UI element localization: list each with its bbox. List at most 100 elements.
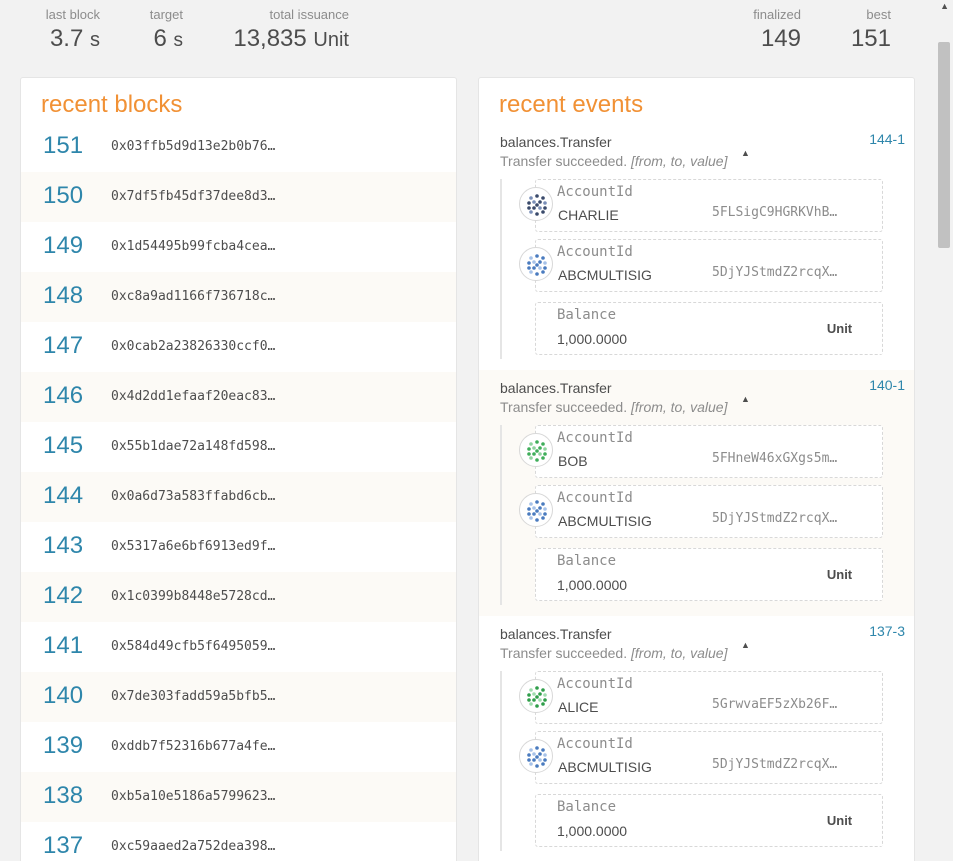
event-id-link[interactable]: 144-1 [869,131,905,147]
param-type-label: AccountId [557,490,633,506]
param-type-label: Balance [557,307,617,323]
event-name: balances.Transfer [500,380,612,396]
account-address: 5DjYJStmdZ2rcqX… [712,511,838,526]
identicon-avatar[interactable] [519,187,553,221]
caret-up-icon[interactable]: ▲ [741,640,750,650]
block-hash: 0xb5a10e5186a5799623… [111,789,276,804]
account-name: BOB [558,453,588,469]
summary-target: target 6 s [110,0,183,60]
event-id-link[interactable]: 137-3 [869,623,905,639]
identicon-avatar[interactable] [519,739,553,773]
account-name: ALICE [558,699,599,715]
block-number-link[interactable]: 149 [43,232,83,260]
block-row[interactable]: 148 0xc8a9ad1166f736718c… [21,272,456,322]
balance-unit: Unit [797,549,882,600]
block-number-link[interactable]: 140 [43,682,83,710]
block-hash: 0x1c0399b8448e5728cd… [111,589,276,604]
block-number-link[interactable]: 141 [43,632,83,660]
block-number-link[interactable]: 150 [43,182,83,210]
block-number-link[interactable]: 145 [43,432,83,460]
block-row[interactable]: 140 0x7de303fadd59a5bfb5… [21,672,456,722]
identicon-avatar[interactable] [519,433,553,467]
recent-events-panel: recent events balances.Transfer Transfer … [478,77,915,861]
block-number-link[interactable]: 138 [43,782,83,810]
param-to-account[interactable]: AccountId ABCMULTISIG 5DjYJStmdZ2rcqX… [535,485,883,538]
block-number-link[interactable]: 137 [43,832,83,860]
summary-finalized: finalized 149 [720,0,801,60]
event-name: balances.Transfer [500,134,612,150]
block-hash: 0x0cab2a23826330ccf0… [111,339,276,354]
block-row[interactable]: 151 0x03ffb5d9d13e2b0b76… [21,122,456,172]
block-row[interactable]: 146 0x4d2dd1efaaf20eac83… [21,372,456,422]
caret-up-icon[interactable]: ▲ [741,394,750,404]
block-hash: 0x4d2dd1efaaf20eac83… [111,389,276,404]
page-scrollbar[interactable]: ▲ [935,0,953,861]
recent-blocks-title: recent blocks [41,91,183,118]
account-address: 5GrwvaEF5zXb26F… [712,697,838,712]
block-row[interactable]: 149 0x1d54495b99fcba4cea… [21,222,456,272]
event-description: Transfer succeeded. [from, to, value] [500,153,727,169]
block-row[interactable]: 150 0x7df5fb45df37dee8d3… [21,172,456,222]
balance-unit: Unit [797,795,882,846]
block-row[interactable]: 145 0x55b1dae72a148fd598… [21,422,456,472]
block-number-link[interactable]: 148 [43,282,83,310]
param-value-balance: Balance 1,000.0000 Unit [535,548,883,601]
block-row[interactable]: 144 0x0a6d73a583ffabd6cb… [21,472,456,522]
param-type-label: Balance [557,799,617,815]
summary-value: 149 [760,25,801,52]
block-hash: 0x03ffb5d9d13e2b0b76… [111,139,276,154]
block-number-link[interactable]: 146 [43,382,83,410]
identicon-avatar[interactable] [519,247,553,281]
balance-amount: 1,000.0000 [557,331,628,347]
param-to-account[interactable]: AccountId ABCMULTISIG 5DjYJStmdZ2rcqX… [535,731,883,784]
identicon-avatar[interactable] [519,679,553,713]
block-row[interactable]: 139 0xddb7f52316b677a4fe… [21,722,456,772]
block-number-link[interactable]: 147 [43,332,83,360]
account-address: 5FLSigC9HGRKVhB… [712,205,838,220]
event-description-text: Transfer succeeded. [500,399,628,415]
summary-unit: s [90,29,100,51]
block-number-link[interactable]: 142 [43,582,83,610]
event-item: balances.Transfer Transfer succeeded. [fr… [479,616,914,861]
block-number-link[interactable]: 144 [43,482,83,510]
block-row[interactable]: 138 0xb5a10e5186a5799623… [21,772,456,822]
caret-up-icon[interactable]: ▲ [741,148,750,158]
balance-amount: 1,000.0000 [557,823,628,839]
event-args: [from, to, value] [631,153,728,169]
summary-value: 13,835 [233,25,307,52]
summary-label: target [149,7,183,22]
block-hash: 0x1d54495b99fcba4cea… [111,239,276,254]
param-from-account[interactable]: AccountId ALICE 5GrwvaEF5zXb26F… [535,671,883,724]
block-row[interactable]: 143 0x5317a6e6bf6913ed9f… [21,522,456,572]
block-hash: 0x55b1dae72a148fd598… [111,439,276,454]
event-id-link[interactable]: 140-1 [869,377,905,393]
summary-best: best 151 [820,0,891,60]
param-type-label: Balance [557,553,617,569]
param-type-label: AccountId [557,184,633,200]
param-type-label: AccountId [557,244,633,260]
account-name: ABCMULTISIG [558,267,652,283]
block-number-link[interactable]: 151 [43,132,83,160]
block-hash: 0x584d49cfb5f6495059… [111,639,276,654]
identicon-avatar[interactable] [519,493,553,527]
param-value-balance: Balance 1,000.0000 Unit [535,794,883,847]
block-row[interactable]: 141 0x584d49cfb5f6495059… [21,622,456,672]
block-row[interactable]: 137 0xc59aaed2a752dea398… [21,822,456,861]
summary-unit: s [173,30,184,51]
summary-bar: last block 3.7 s target 6 s total issuan… [0,0,935,70]
scroll-up-arrow-icon[interactable]: ▲ [940,1,949,11]
block-number-link[interactable]: 143 [43,532,83,560]
block-number-link[interactable]: 139 [43,732,83,760]
summary-total-issuance: total issuance 13,835 Unit [200,0,349,60]
block-row[interactable]: 142 0x1c0399b8448e5728cd… [21,572,456,622]
block-hash: 0xc59aaed2a752dea398… [111,839,276,854]
param-to-account[interactable]: AccountId ABCMULTISIG 5DjYJStmdZ2rcqX… [535,239,883,292]
param-from-account[interactable]: AccountId CHARLIE 5FLSigC9HGRKVhB… [535,179,883,232]
param-from-account[interactable]: AccountId BOB 5FHneW46xGXgs5m… [535,425,883,478]
summary-value: 151 [850,25,891,52]
balance-amount: 1,000.0000 [557,577,628,593]
block-row[interactable]: 147 0x0cab2a23826330ccf0… [21,322,456,372]
event-item: balances.Transfer Transfer succeeded. [fr… [479,370,914,616]
block-hash: 0xc8a9ad1166f736718c… [111,289,276,304]
scrollbar-thumb[interactable] [938,42,950,248]
